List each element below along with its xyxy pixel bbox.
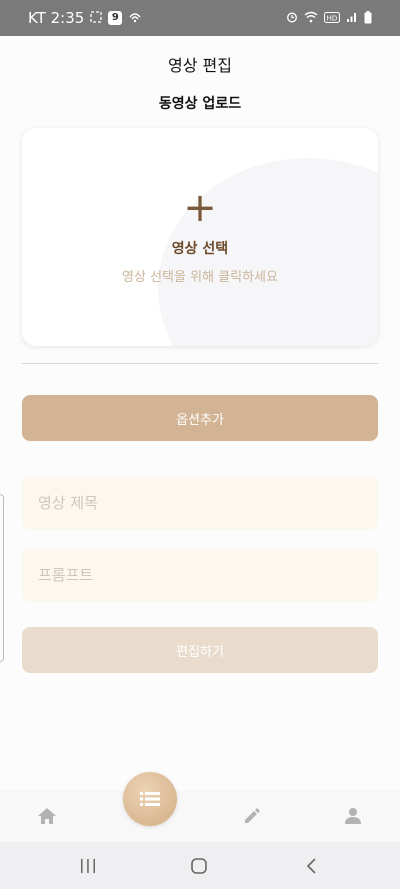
select-video-label: 영상 선택 — [171, 241, 229, 257]
edit-button[interactable]: 편집하기 — [22, 627, 378, 673]
video-upload-card[interactable]: + 영상 선택 영상 선택을 위해 클릭하세요 — [22, 128, 378, 346]
back-icon[interactable] — [302, 854, 322, 878]
hd-icon: HD — [324, 11, 340, 25]
battery-icon — [364, 10, 372, 26]
page-title: 영상 편집 — [168, 56, 232, 75]
pencil-icon[interactable] — [240, 804, 264, 828]
system-nav-bar — [0, 842, 400, 889]
home-button-icon[interactable] — [189, 854, 209, 878]
calendar-badge-icon: 9 — [108, 11, 123, 25]
status-bar: KT 2:35 9 HD — [0, 0, 400, 36]
section-title: 동영상 업로드 — [158, 96, 242, 112]
person-icon[interactable] — [341, 804, 365, 828]
prompt-input[interactable] — [22, 548, 378, 602]
wifi-calling-icon — [128, 11, 142, 25]
add-option-button[interactable]: 옵션추가 — [22, 395, 378, 441]
select-video-hint: 영상 선택을 위해 클릭하세요 — [122, 270, 278, 285]
screenshot-icon — [90, 11, 102, 25]
svg-text:HD: HD — [327, 14, 338, 22]
divider — [22, 363, 378, 364]
video-title-input[interactable] — [22, 476, 378, 530]
recent-apps-icon[interactable] — [78, 854, 98, 878]
side-drawer-handle[interactable] — [0, 494, 4, 662]
status-right: HD — [286, 10, 372, 26]
home-icon[interactable] — [35, 804, 59, 828]
plus-icon: + — [183, 185, 217, 231]
status-left: KT 2:35 9 — [28, 9, 142, 27]
bottom-nav — [0, 790, 400, 842]
alarm-icon — [286, 11, 298, 25]
signal-icon — [346, 11, 358, 25]
wifi-icon — [304, 11, 318, 25]
status-time: KT 2:35 — [28, 9, 85, 27]
list-icon[interactable] — [123, 772, 177, 826]
